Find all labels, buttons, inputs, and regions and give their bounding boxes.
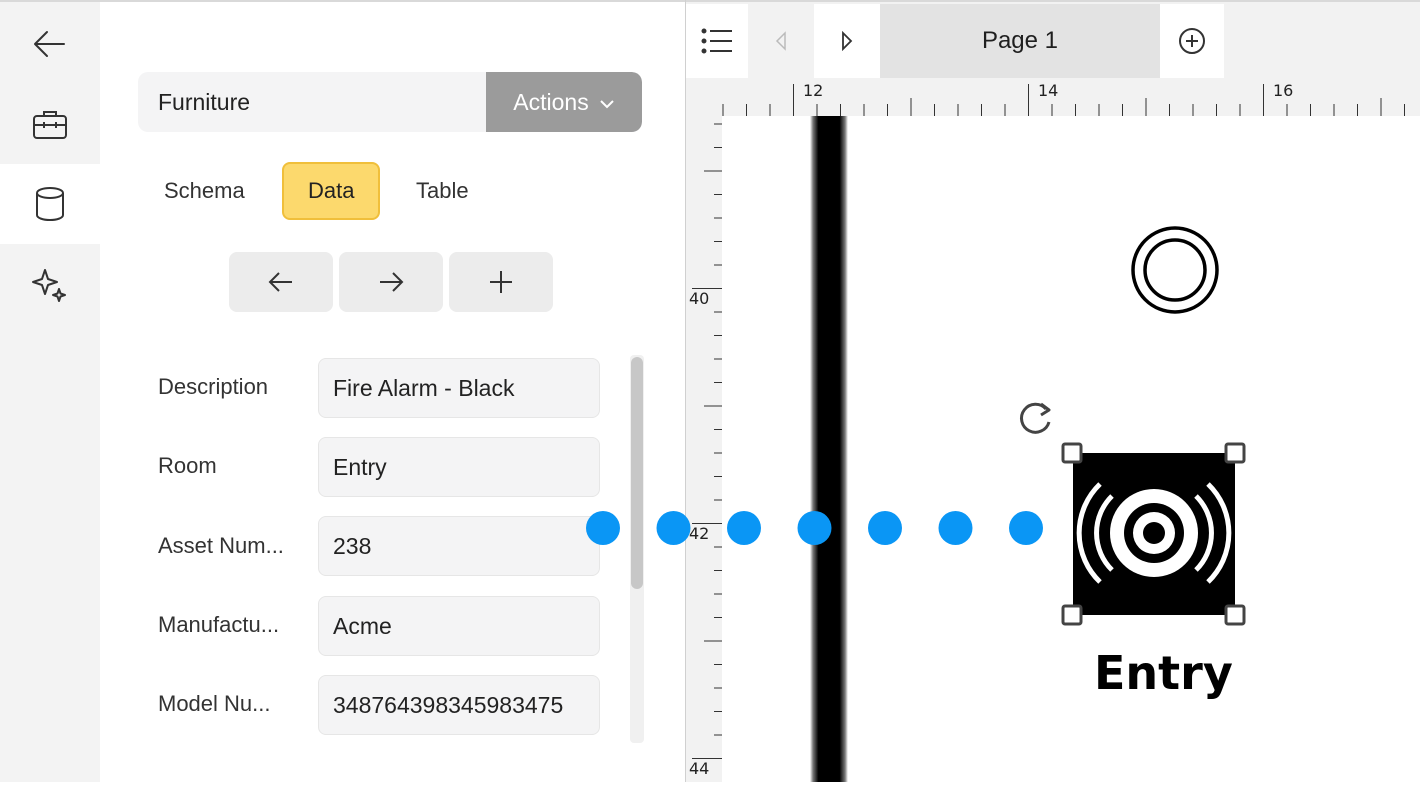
field-input-description[interactable]: Fire Alarm - Black bbox=[318, 358, 600, 418]
tab-schema-label: Schema bbox=[164, 178, 245, 203]
field-input-manufacturer[interactable]: Acme bbox=[318, 596, 600, 656]
previous-record-button[interactable] bbox=[229, 252, 333, 312]
data-panel: Furniture Actions Schema Data Table Desc… bbox=[100, 0, 685, 782]
tab-table[interactable]: Table bbox=[392, 162, 493, 220]
page-toolbar: Page 1 bbox=[686, 0, 1420, 78]
arrow-left-icon bbox=[268, 272, 292, 292]
connector-dot[interactable] bbox=[797, 511, 832, 545]
field-label-model-number: Model Nu... bbox=[158, 691, 271, 716]
horizontal-ruler-ticks bbox=[722, 84, 1405, 116]
next-page-button[interactable] bbox=[814, 4, 880, 78]
back-button[interactable] bbox=[0, 4, 100, 84]
toolbox-button[interactable] bbox=[0, 84, 100, 164]
connector-dot[interactable] bbox=[938, 511, 973, 545]
resize-handle-top-right[interactable] bbox=[1224, 442, 1246, 464]
wall-line[interactable] bbox=[810, 116, 848, 782]
previous-page-button[interactable] bbox=[748, 4, 814, 78]
resize-handle-bottom-left[interactable] bbox=[1061, 604, 1083, 626]
tab-schema[interactable]: Schema bbox=[140, 162, 269, 220]
ruler-label-12: 12 bbox=[803, 81, 824, 100]
toolbox-icon bbox=[33, 111, 67, 139]
connector-dot[interactable] bbox=[727, 511, 761, 545]
connector-dot[interactable] bbox=[586, 511, 620, 545]
tab-table-label: Table bbox=[416, 178, 469, 203]
horizontal-ruler: 12 14 16 bbox=[722, 78, 1420, 116]
add-record-button[interactable] bbox=[449, 252, 553, 312]
field-label-asset-number: Asset Num... bbox=[158, 533, 284, 558]
sparkles-icon bbox=[32, 269, 66, 302]
resize-handle-bottom-right[interactable] bbox=[1224, 604, 1246, 626]
plus-icon bbox=[490, 271, 512, 293]
ai-button[interactable] bbox=[0, 244, 100, 324]
connector-dot[interactable] bbox=[868, 511, 902, 545]
ruler-label-42: 42 bbox=[689, 524, 710, 543]
page-tab[interactable]: Page 1 bbox=[880, 4, 1160, 78]
plus-circle-icon bbox=[1179, 28, 1205, 54]
chevron-down-icon bbox=[600, 100, 614, 109]
ruler-label-44: 44 bbox=[689, 759, 710, 778]
connector-dot[interactable] bbox=[656, 511, 691, 545]
ruler-label-40: 40 bbox=[689, 289, 710, 308]
arrow-right-icon bbox=[380, 272, 404, 292]
shape-label[interactable]: Entry bbox=[1094, 646, 1233, 700]
fire-alarm-shape[interactable] bbox=[1073, 453, 1235, 615]
triangle-left-icon bbox=[775, 31, 786, 51]
field-input-room[interactable]: Entry bbox=[318, 437, 600, 497]
page-tab-label: Page 1 bbox=[981, 27, 1059, 54]
field-label-manufacturer: Manufactu... bbox=[158, 612, 280, 637]
data-button[interactable] bbox=[0, 164, 100, 244]
left-rail bbox=[0, 0, 100, 782]
field-input-model-number[interactable]: 348764398345983475 bbox=[318, 675, 600, 735]
list-icon bbox=[701, 28, 732, 54]
actions-button[interactable]: Actions bbox=[486, 72, 642, 132]
database-icon bbox=[36, 187, 64, 222]
tab-data-label: Data bbox=[308, 178, 355, 203]
ruler-label-14: 14 bbox=[1038, 81, 1059, 100]
next-record-button[interactable] bbox=[339, 252, 443, 312]
canvas-area: Page 1 12 14 16 40 42 44 bbox=[685, 0, 1420, 782]
connector-dot[interactable] bbox=[1009, 511, 1043, 545]
field-input-asset-number[interactable]: 238 bbox=[318, 516, 600, 576]
resize-handle-top-left[interactable] bbox=[1061, 442, 1083, 464]
field-label-room: Room bbox=[158, 453, 217, 478]
tab-data[interactable]: Data bbox=[282, 162, 381, 220]
page-list-button[interactable] bbox=[686, 4, 748, 78]
add-page-button[interactable] bbox=[1160, 4, 1224, 78]
data-source-name: Furniture bbox=[158, 89, 251, 115]
triangle-right-icon bbox=[842, 31, 853, 51]
vertical-ruler-ticks bbox=[692, 123, 722, 759]
back-arrow-icon bbox=[34, 31, 65, 57]
ruler-label-16: 16 bbox=[1273, 81, 1294, 100]
data-source-selector[interactable]: Furniture Actions bbox=[138, 72, 642, 132]
actions-label: Actions bbox=[513, 88, 589, 115]
vertical-ruler: 40 42 44 bbox=[686, 116, 722, 782]
scrollbar-thumb[interactable] bbox=[631, 357, 643, 589]
field-label-description: Description bbox=[158, 374, 269, 399]
